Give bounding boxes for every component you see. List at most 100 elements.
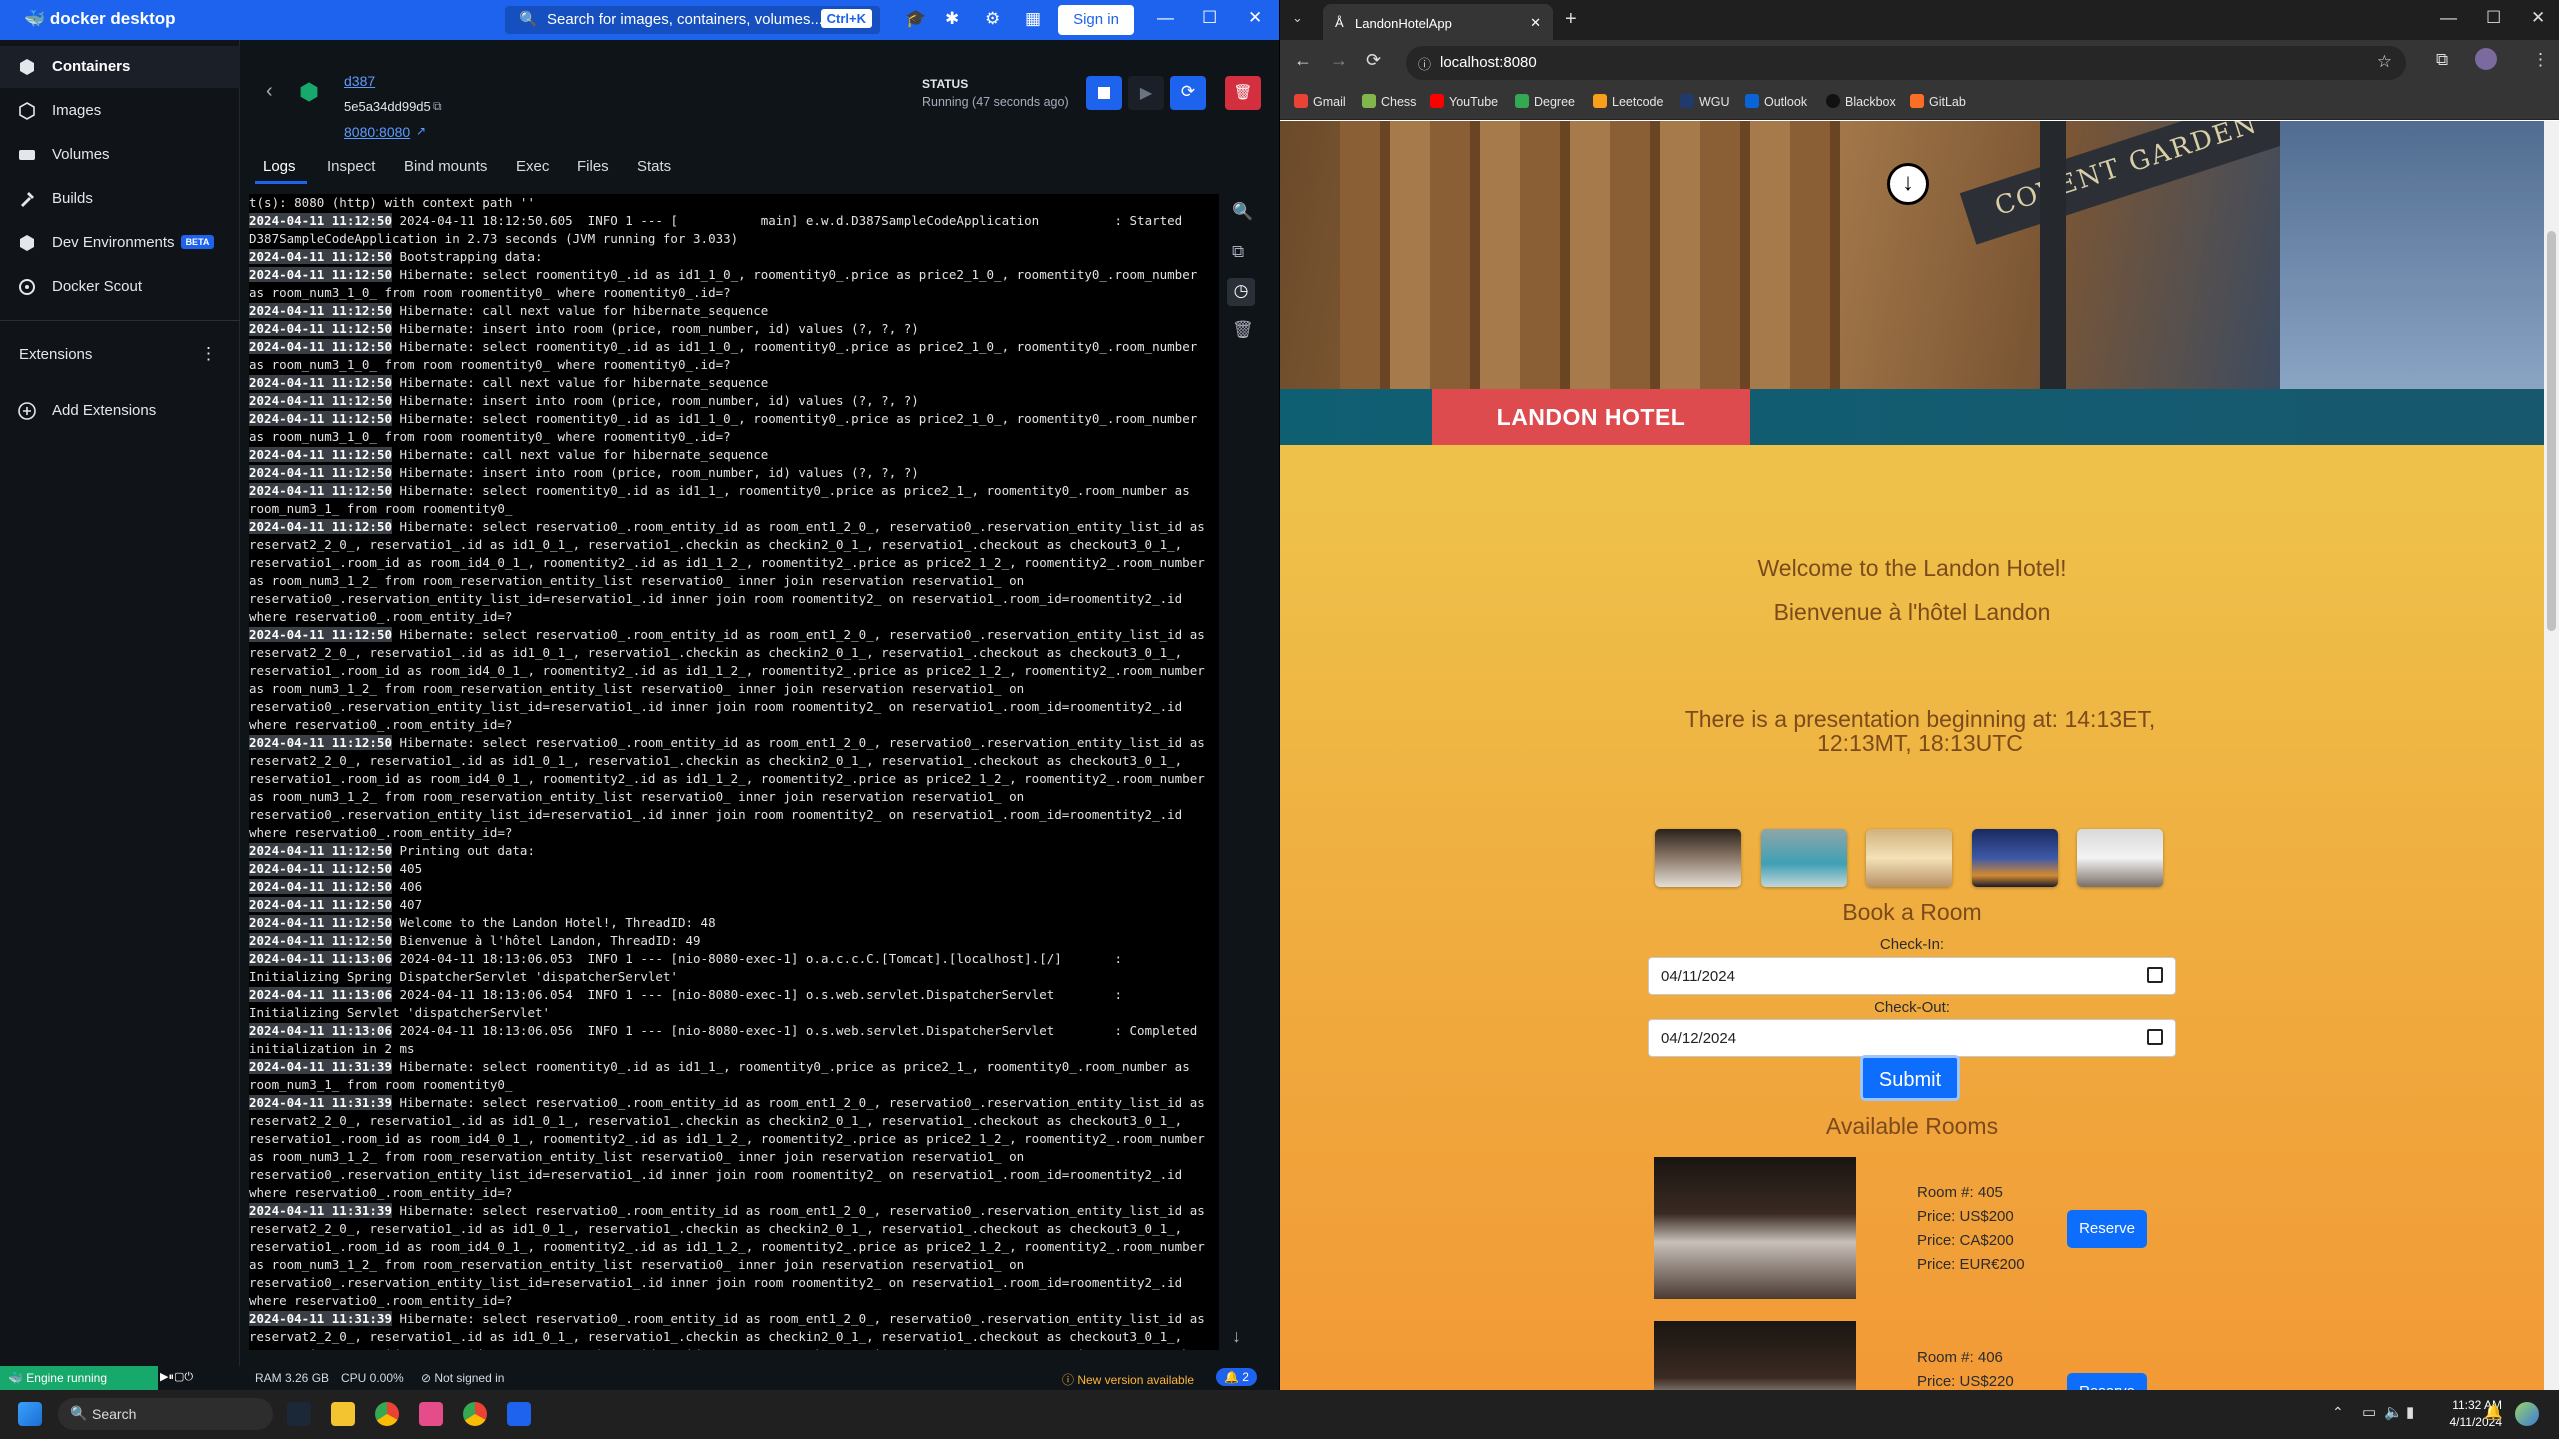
- log-message: 406: [392, 879, 423, 894]
- chrome-close-icon[interactable]: ✕: [2531, 8, 2545, 28]
- container-cube-icon: [300, 82, 318, 102]
- new-tab-icon[interactable]: +: [1565, 8, 1577, 31]
- reserve-button[interactable]: Reserve: [2067, 1373, 2147, 1390]
- notifications-badge[interactable]: 🔔 2: [1216, 1368, 1257, 1386]
- back-icon[interactable]: ←: [1294, 50, 1312, 71]
- taskbar-search[interactable]: 🔍 Search: [58, 1398, 273, 1430]
- timestamps-toggle-icon[interactable]: ◷: [1227, 278, 1255, 306]
- maximize-icon[interactable]: ☐: [1202, 8, 1217, 28]
- sidebar-item-volumes[interactable]: Volumes: [0, 134, 240, 176]
- bookmark-gmail[interactable]: Gmail: [1294, 94, 1346, 109]
- reload-icon[interactable]: ⟳: [1366, 50, 1381, 71]
- volume-icon[interactable]: 🔈: [2384, 1403, 2403, 1421]
- chrome-maximize-icon[interactable]: ☐: [2486, 8, 2501, 28]
- not-signed-in[interactable]: ⊘ Not signed in: [421, 1371, 504, 1385]
- restart-button[interactable]: ⟳: [1170, 76, 1206, 110]
- bookmark-gitlab[interactable]: GitLab: [1910, 94, 1966, 109]
- bookmark-chess[interactable]: Chess: [1362, 94, 1416, 109]
- log-output[interactable]: t(s): 8080 (http) with context path '' 20…: [249, 194, 1219, 1350]
- thumb-london[interactable]: [1972, 829, 2058, 887]
- browser-tab[interactable]: Å LandonHotelApp ✕: [1323, 4, 1553, 40]
- tab-search-icon[interactable]: ⌄: [1292, 10, 1303, 26]
- tab-files[interactable]: Files: [577, 158, 609, 175]
- learning-center-icon[interactable]: 🎓: [905, 9, 926, 29]
- chrome-menu-icon[interactable]: ⋮: [2532, 50, 2549, 70]
- copy-icon[interactable]: ⧉: [433, 99, 442, 114]
- tab-logs[interactable]: Logs: [263, 158, 296, 175]
- bookmark-blackbox[interactable]: Blackbox: [1826, 94, 1896, 109]
- notification-bell-icon[interactable]: 🔔: [2484, 1403, 2503, 1421]
- delete-button[interactable]: 🗑: [1225, 76, 1261, 110]
- bookmark-outlook[interactable]: Outlook: [1745, 94, 1807, 109]
- update-available[interactable]: ⓘ New version available: [1062, 1371, 1194, 1388]
- chrome-minimize-icon[interactable]: —: [2440, 8, 2457, 28]
- engine-status[interactable]: 🐳 Engine running: [0, 1366, 158, 1390]
- extensions-menu-icon[interactable]: ⋮: [200, 344, 217, 364]
- wifi-icon[interactable]: ▭: [2362, 1403, 2376, 1421]
- sidebar-item-docker-scout[interactable]: Docker Scout: [0, 266, 240, 308]
- stop-button[interactable]: [1086, 76, 1122, 110]
- tab-exec[interactable]: Exec: [516, 158, 549, 175]
- container-name[interactable]: d387: [344, 73, 375, 89]
- address-bar[interactable]: ⓘ localhost:8080 ☆: [1406, 46, 2406, 80]
- thumb-room[interactable]: [1655, 829, 1741, 887]
- steam-icon[interactable]: [287, 1402, 311, 1426]
- tab-close-icon[interactable]: ✕: [1530, 15, 1541, 31]
- back-chevron-icon[interactable]: ‹: [266, 80, 273, 103]
- windows-start-icon[interactable]: [18, 1402, 42, 1426]
- grid-icon[interactable]: ▦: [1025, 9, 1041, 29]
- file-explorer-icon[interactable]: [331, 1402, 355, 1426]
- bookmark-leetcode[interactable]: Leetcode: [1593, 94, 1663, 109]
- gear-icon[interactable]: ⚙: [985, 9, 1000, 29]
- forward-icon[interactable]: →: [1330, 50, 1348, 71]
- thumb-pool[interactable]: [1761, 829, 1847, 887]
- calendar-icon[interactable]: [2147, 1029, 2163, 1045]
- sidebar-item-images[interactable]: Images: [0, 90, 240, 132]
- bookmark-wgu[interactable]: WGU: [1680, 94, 1730, 109]
- sidebar-item-dev-environments[interactable]: Dev Environments BETA: [0, 222, 240, 264]
- bookmark-degree[interactable]: Degree: [1515, 94, 1575, 109]
- bookmark-youtube[interactable]: YouTube: [1430, 94, 1498, 109]
- chrome-taskbar-icon[interactable]: [375, 1402, 399, 1426]
- battery-icon[interactable]: ▮: [2406, 1403, 2414, 1421]
- weather-icon[interactable]: [2515, 1402, 2539, 1426]
- bookmark-star-icon[interactable]: ☆: [2377, 52, 2392, 72]
- scrollbar-thumb[interactable]: [2547, 231, 2556, 631]
- jetbrains-icon[interactable]: [419, 1402, 443, 1426]
- thumb-wedding[interactable]: [2077, 829, 2163, 887]
- tab-stats[interactable]: Stats: [637, 158, 671, 175]
- profile-avatar[interactable]: [2475, 48, 2497, 70]
- log-clear-icon[interactable]: 🗑: [1232, 320, 1254, 340]
- external-link-icon[interactable]: ↗: [416, 124, 426, 138]
- calendar-icon[interactable]: [2147, 967, 2163, 983]
- scroll-down-icon[interactable]: ↓: [1887, 163, 1929, 205]
- site-info-icon[interactable]: ⓘ: [1418, 54, 1431, 73]
- docker-scout-icon: [19, 279, 35, 295]
- checkout-input[interactable]: 04/12/2024: [1648, 1019, 2176, 1057]
- docker-taskbar-icon[interactable]: [507, 1402, 531, 1426]
- thumb-dining[interactable]: [1866, 829, 1952, 887]
- tab-bind-mounts[interactable]: Bind mounts: [404, 158, 487, 175]
- close-icon[interactable]: ✕: [1248, 8, 1262, 28]
- global-search[interactable]: 🔍 Search for images, containers, volumes…: [505, 6, 880, 34]
- minimize-icon[interactable]: —: [1157, 8, 1174, 28]
- checkin-input[interactable]: 04/11/2024: [1648, 957, 2176, 995]
- scroll-bottom-icon[interactable]: ↓: [1232, 1326, 1241, 1347]
- add-extensions-button[interactable]: Add Extensions: [0, 390, 240, 432]
- tab-inspect[interactable]: Inspect: [327, 158, 375, 175]
- start-button[interactable]: ▶: [1128, 76, 1164, 110]
- chrome-active-icon[interactable]: [463, 1402, 487, 1426]
- page-scrollbar[interactable]: [2544, 121, 2559, 1390]
- engine-controls[interactable]: ▶⏸▢⏻: [160, 1370, 193, 1384]
- extensions-icon[interactable]: ⧉: [2436, 50, 2448, 70]
- log-copy-icon[interactable]: ⧉: [1232, 242, 1244, 262]
- tray-chevron-icon[interactable]: ⌃: [2332, 1404, 2344, 1421]
- sidebar-item-containers[interactable]: Containers: [0, 46, 240, 88]
- port-link[interactable]: 8080:8080: [344, 124, 410, 140]
- bug-icon[interactable]: ✱: [945, 9, 959, 29]
- reserve-button[interactable]: Reserve: [2067, 1210, 2147, 1248]
- sign-in-button[interactable]: Sign in: [1058, 5, 1134, 35]
- submit-button[interactable]: Submit: [1860, 1055, 1960, 1101]
- log-search-icon[interactable]: 🔍: [1232, 202, 1253, 222]
- sidebar-item-builds[interactable]: Builds: [0, 178, 240, 220]
